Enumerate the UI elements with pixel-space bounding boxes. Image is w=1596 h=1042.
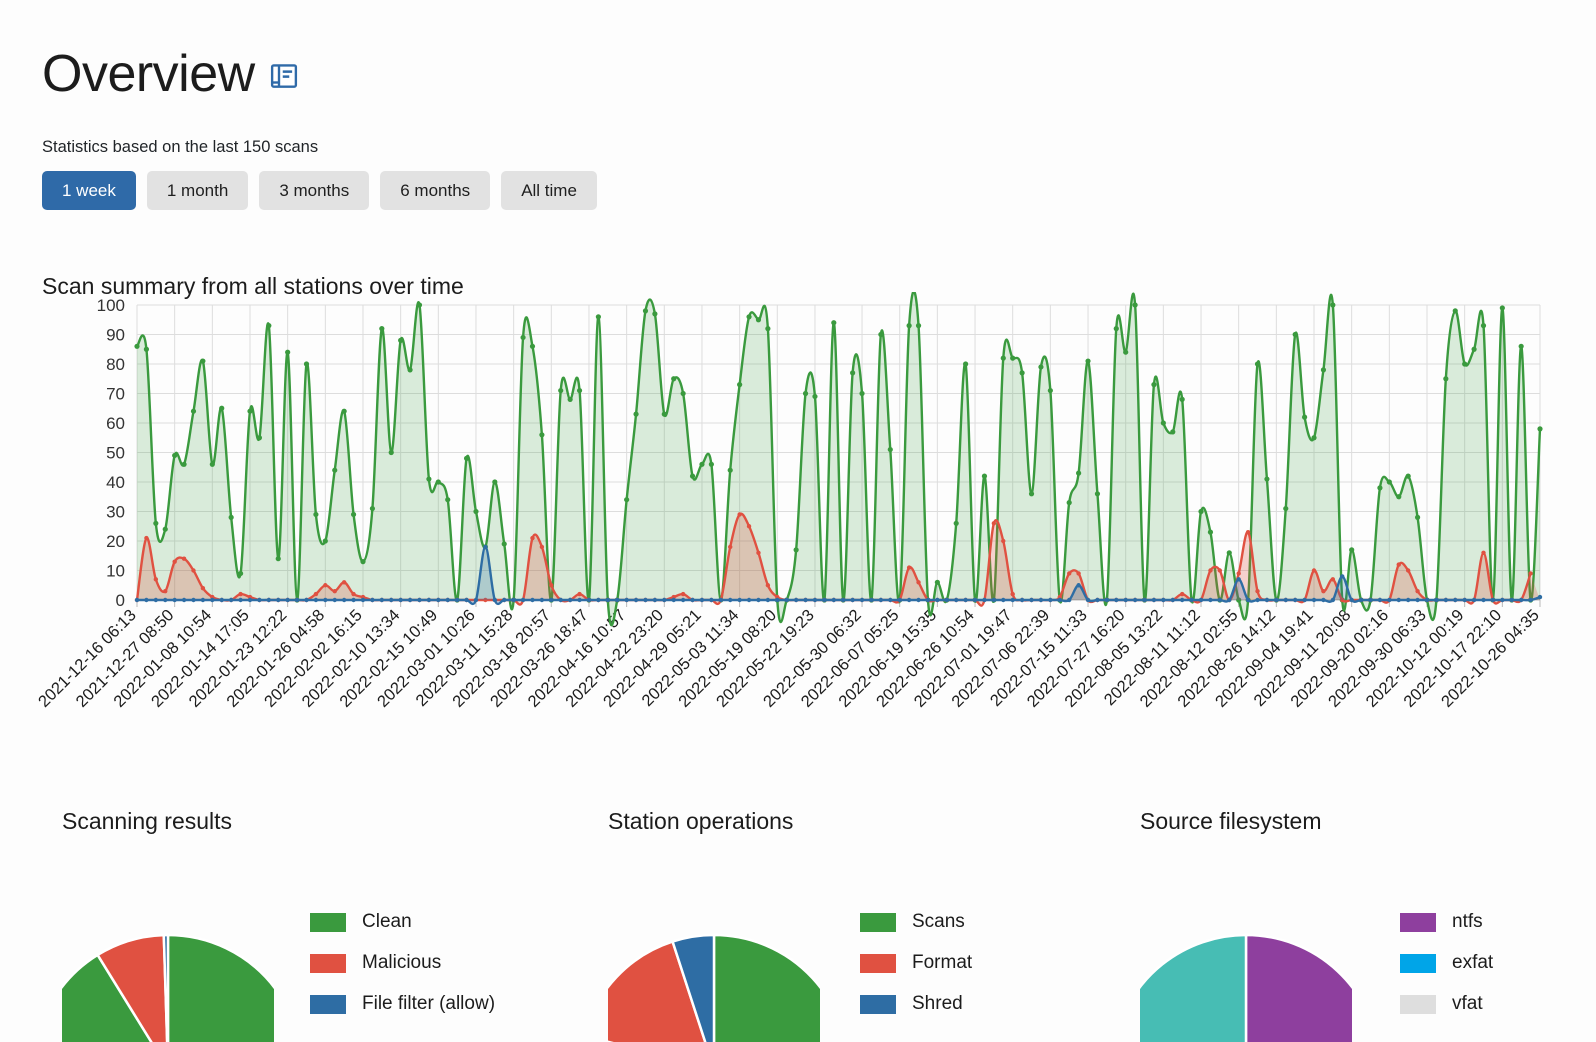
svg-text:80: 80 [106,355,125,374]
scan-summary-svg: 01020304050607080901002021-12-16 06:1320… [35,290,1543,711]
statistics-subtitle: Statistics based on the last 150 scans [42,138,319,156]
legend-swatch-shred [860,994,896,1014]
time-range-tabs: 1 week 1 month 3 months 6 months All tim… [42,171,597,210]
legend-label-malicious: Malicious [362,952,442,973]
legend-label-format: Format [912,952,973,973]
range-tab-1-week[interactable]: 1 week [42,171,136,210]
legend-swatch-file-filter-allow [310,994,346,1014]
svg-text:100: 100 [97,296,125,315]
station-operations-legend: Scans Format Shred [860,863,972,1015]
legend-label-file-filter-allow: File filter (allow) [362,993,496,1014]
manual-book-icon[interactable] [269,61,299,96]
legend-label-vfat: vfat [1452,993,1483,1014]
legend-item-malicious[interactable]: Malicious [310,952,495,974]
page-title: Overview [42,45,255,103]
scanning-results-pie [62,933,274,1042]
legend-swatch-ntfs [1400,912,1436,932]
legend-item-ntfs[interactable]: ntfs [1400,911,1493,933]
legend-swatch-exfat [1400,953,1436,973]
source-filesystem-block: Source filesystem ntfs exfat vfat [1140,808,1493,1042]
station-operations-block: Station operations Scans Format Shred [608,808,972,1042]
legend-item-clean[interactable]: Clean [310,911,495,933]
range-tab-all-time[interactable]: All time [501,171,597,210]
scanning-results-title: Scanning results [62,808,233,834]
legend-swatch-format [860,953,896,973]
svg-text:30: 30 [106,503,125,522]
legend-label-clean: Clean [362,911,412,932]
range-tab-3-months[interactable]: 3 months [259,171,370,210]
legend-label-shred: Shred [912,993,963,1014]
scanning-results-legend: Clean Malicious File filter (allow) [310,863,495,1015]
source-filesystem-title: Source filesystem [1140,808,1322,834]
legend-item-file-filter-allow[interactable]: File filter (allow) [310,993,495,1015]
range-tab-6-months[interactable]: 6 months [380,171,491,210]
svg-text:40: 40 [106,473,125,492]
legend-item-scans[interactable]: Scans [860,911,972,933]
svg-text:90: 90 [106,326,125,345]
station-operations-title: Station operations [608,808,794,834]
legend-swatch-vfat [1400,994,1436,1014]
legend-swatch-malicious [310,953,346,973]
legend-item-format[interactable]: Format [860,952,972,974]
legend-label-scans: Scans [912,911,965,932]
svg-text:60: 60 [106,414,125,433]
pie-chart-row: Scanning results Clean Malicious File fi… [0,808,1596,1042]
source-filesystem-pie [1140,933,1352,1042]
legend-swatch-scans [860,912,896,932]
svg-text:70: 70 [106,385,125,404]
legend-item-exfat[interactable]: exfat [1400,952,1493,974]
legend-item-vfat[interactable]: vfat [1400,993,1493,1015]
svg-text:0: 0 [116,591,125,610]
svg-text:10: 10 [106,562,125,581]
legend-swatch-clean [310,912,346,932]
station-operations-pie [608,933,820,1042]
range-tab-1-month[interactable]: 1 month [146,171,249,210]
page-header: Overview [42,48,299,100]
scan-summary-chart: 0 10 20 30 40 50 60 70 80 90 100 2021-12-16 06:13 20… [0,290,1596,752]
scanning-results-block: Scanning results Clean Malicious File fi… [62,808,495,1042]
legend-label-ntfs: ntfs [1452,911,1483,932]
overview-page: Overview Statistics based on the last 15… [0,0,1596,1042]
legend-item-shred[interactable]: Shred [860,993,972,1015]
svg-text:20: 20 [106,532,125,551]
source-filesystem-legend: ntfs exfat vfat [1400,863,1493,1015]
legend-label-exfat: exfat [1452,952,1494,973]
svg-text:50: 50 [106,444,125,463]
